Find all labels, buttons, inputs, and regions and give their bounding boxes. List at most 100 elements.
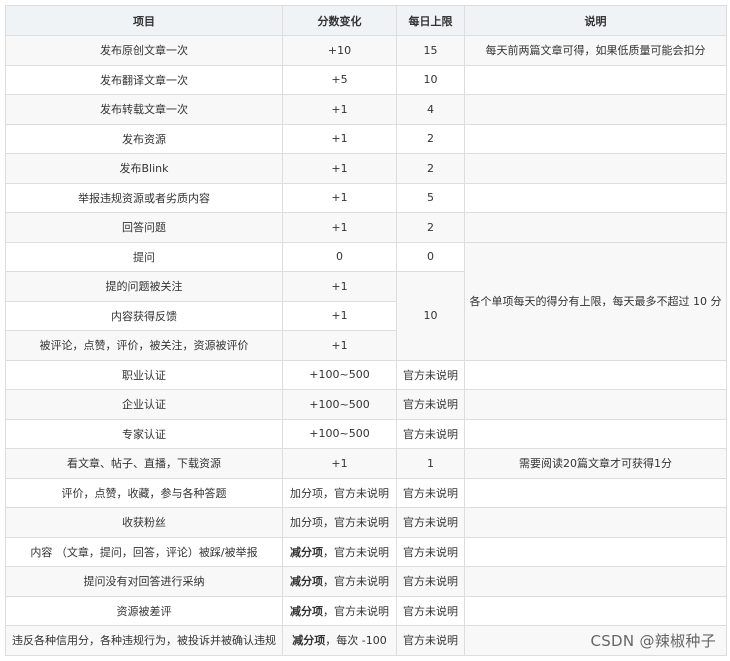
cell-item: 发布资源 [5,123,283,154]
cell-description: 每天前两篇文章可得，如果低质量可能会扣分 [464,35,727,66]
cell-daily-limit: 2 [396,123,465,154]
cell-item: 专家认证 [5,418,283,449]
cell-description [464,94,727,125]
cell-daily-limit: 15 [396,35,465,66]
negative-label: 减分项 [292,634,326,648]
score-rules-table: 项目 分数变化 每日上限 说明 发布原创文章一次 +10 15 每天前两篇文章可得，如… [5,5,727,656]
cell-daily-limit: 官方未说明 [396,389,465,420]
cell-item: 收获粉丝 [5,507,283,538]
cell-daily-limit: 官方未说明 [396,477,465,508]
cell-score-change: +1 [282,448,397,479]
table-row: 发布转载文章一次 +1 4 [5,94,727,125]
header-daily-limit: 每日上限 [396,5,465,36]
header-item: 项目 [5,5,283,36]
cell-score-change: +1 [282,94,397,125]
table-row: 举报违规资源或者劣质内容 +1 5 [5,182,727,213]
cell-description [464,477,727,508]
cell-daily-limit: 官方未说明 [396,418,465,449]
cell-score-change: +1 [282,123,397,154]
cell-daily-limit: 4 [396,94,465,125]
table-row: 发布资源 +1 2 [5,123,727,154]
negative-label: 减分项 [290,604,323,618]
cell-daily-limit: 官方未说明 [396,595,465,626]
cell-daily-limit: 10 [396,271,465,361]
cell-item: 提问没有对回答进行采纳 [5,566,283,597]
cell-description [464,536,727,567]
table-row: 发布翻译文章一次 +5 10 [5,64,727,95]
cell-item: 举报违规资源或者劣质内容 [5,182,283,213]
cell-description [464,123,727,154]
cell-daily-limit: 10 [396,64,465,95]
header-score-change: 分数变化 [282,5,397,36]
table-row: 提问 0 0 各个单项每天的得分有上限，每天最多不超过 10 分 [5,241,727,361]
cell-daily-limit: 官方未说明 [396,625,465,656]
cell-daily-limit: 5 [396,182,465,213]
cell-daily-limit: 官方未说明 [396,507,465,538]
cell-score-change: +100~500 [282,359,397,390]
cell-description [464,507,727,538]
cell-item: 资源被差评 [5,595,283,626]
cell-description: 各个单项每天的得分有上限，每天最多不超过 10 分 [464,241,727,361]
cell-description [464,212,727,243]
negative-label: 减分项 [290,545,323,559]
cell-description [464,566,727,597]
cell-daily-limit: 1 [396,448,465,479]
cell-daily-limit: 0 [396,241,465,272]
cell-daily-limit: 官方未说明 [396,359,465,390]
cell-score-change: +1 [282,182,397,213]
cell-score-change: 减分项，官方未说明 [282,566,397,597]
cell-description [464,359,727,390]
table-row: 发布原创文章一次 +10 15 每天前两篇文章可得，如果低质量可能会扣分 [5,35,727,66]
table-row: 发布Blink +1 2 [5,153,727,184]
table-row: 企业认证 +100~500 官方未说明 [5,389,727,420]
cell-item: 看文章、帖子、直播，下载资源 [5,448,283,479]
cell-score-change: +1 [282,212,397,243]
page: 项目 分数变化 每日上限 说明 发布原创文章一次 +10 15 每天前两篇文章可得，如… [0,0,730,661]
cell-description [464,418,727,449]
cell-item: 内容 （文章，提问，回答，评论）被踩/被举报 [5,536,283,567]
cell-item: 发布原创文章一次 [5,35,283,66]
header-description: 说明 [464,5,727,36]
cell-score-change: 加分项，官方未说明 [282,507,397,538]
cell-score-change: 加分项，官方未说明 [282,477,397,508]
cell-description [464,64,727,95]
table-row: 收获粉丝 加分项，官方未说明 官方未说明 [5,507,727,538]
watermark: CSDN @辣椒种子 [590,632,716,650]
cell-item: 内容获得反馈 [5,300,283,331]
cell-daily-limit: 官方未说明 [396,536,465,567]
cell-item: 回答问题 [5,212,283,243]
table-row: 内容 （文章，提问，回答，评论）被踩/被举报 减分项，官方未说明 官方未说明 [5,536,727,567]
cell-description: 需要阅读20篇文章才可获得1分 [464,448,727,479]
cell-description [464,389,727,420]
cell-item: 提的问题被关注 [5,271,283,302]
cell-score-change: 减分项，每次 -100 [282,625,397,656]
table-row: 资源被差评 减分项，官方未说明 官方未说明 [5,595,727,626]
cell-item: 违反各种信用分，各种违规行为，被投诉并被确认违规 [5,625,283,656]
cell-item: 发布转载文章一次 [5,94,283,125]
table-header-row: 项目 分数变化 每日上限 说明 [5,5,727,36]
table-row: 专家认证 +100~500 官方未说明 [5,418,727,449]
cell-score-change: +1 [282,153,397,184]
cell-daily-limit: 2 [396,153,465,184]
cell-item: 企业认证 [5,389,283,420]
cell-item: 提问 [5,241,283,272]
table-row: 评价，点赞，收藏，参与各种答题 加分项，官方未说明 官方未说明 [5,477,727,508]
cell-score-change: 0 [282,241,397,272]
cell-item: 发布Blink [5,153,283,184]
cell-item: 被评论，点赞，评价，被关注，资源被评价 [5,330,283,361]
cell-item: 评价，点赞，收藏，参与各种答题 [5,477,283,508]
cell-score-change: +1 [282,271,397,302]
cell-daily-limit: 2 [396,212,465,243]
table-row: 看文章、帖子、直播，下载资源 +1 1 需要阅读20篇文章才可获得1分 [5,448,727,479]
cell-description [464,182,727,213]
cell-daily-limit: 官方未说明 [396,566,465,597]
cell-score-change: +1 [282,330,397,361]
cell-score-change: 减分项，官方未说明 [282,595,397,626]
cell-score-change: +5 [282,64,397,95]
table-row: 提问没有对回答进行采纳 减分项，官方未说明 官方未说明 [5,566,727,597]
cell-item: 发布翻译文章一次 [5,64,283,95]
cell-score-change: +100~500 [282,418,397,449]
negative-label: 减分项 [290,575,323,589]
table-row: 回答问题 +1 2 [5,212,727,243]
cell-description [464,153,727,184]
